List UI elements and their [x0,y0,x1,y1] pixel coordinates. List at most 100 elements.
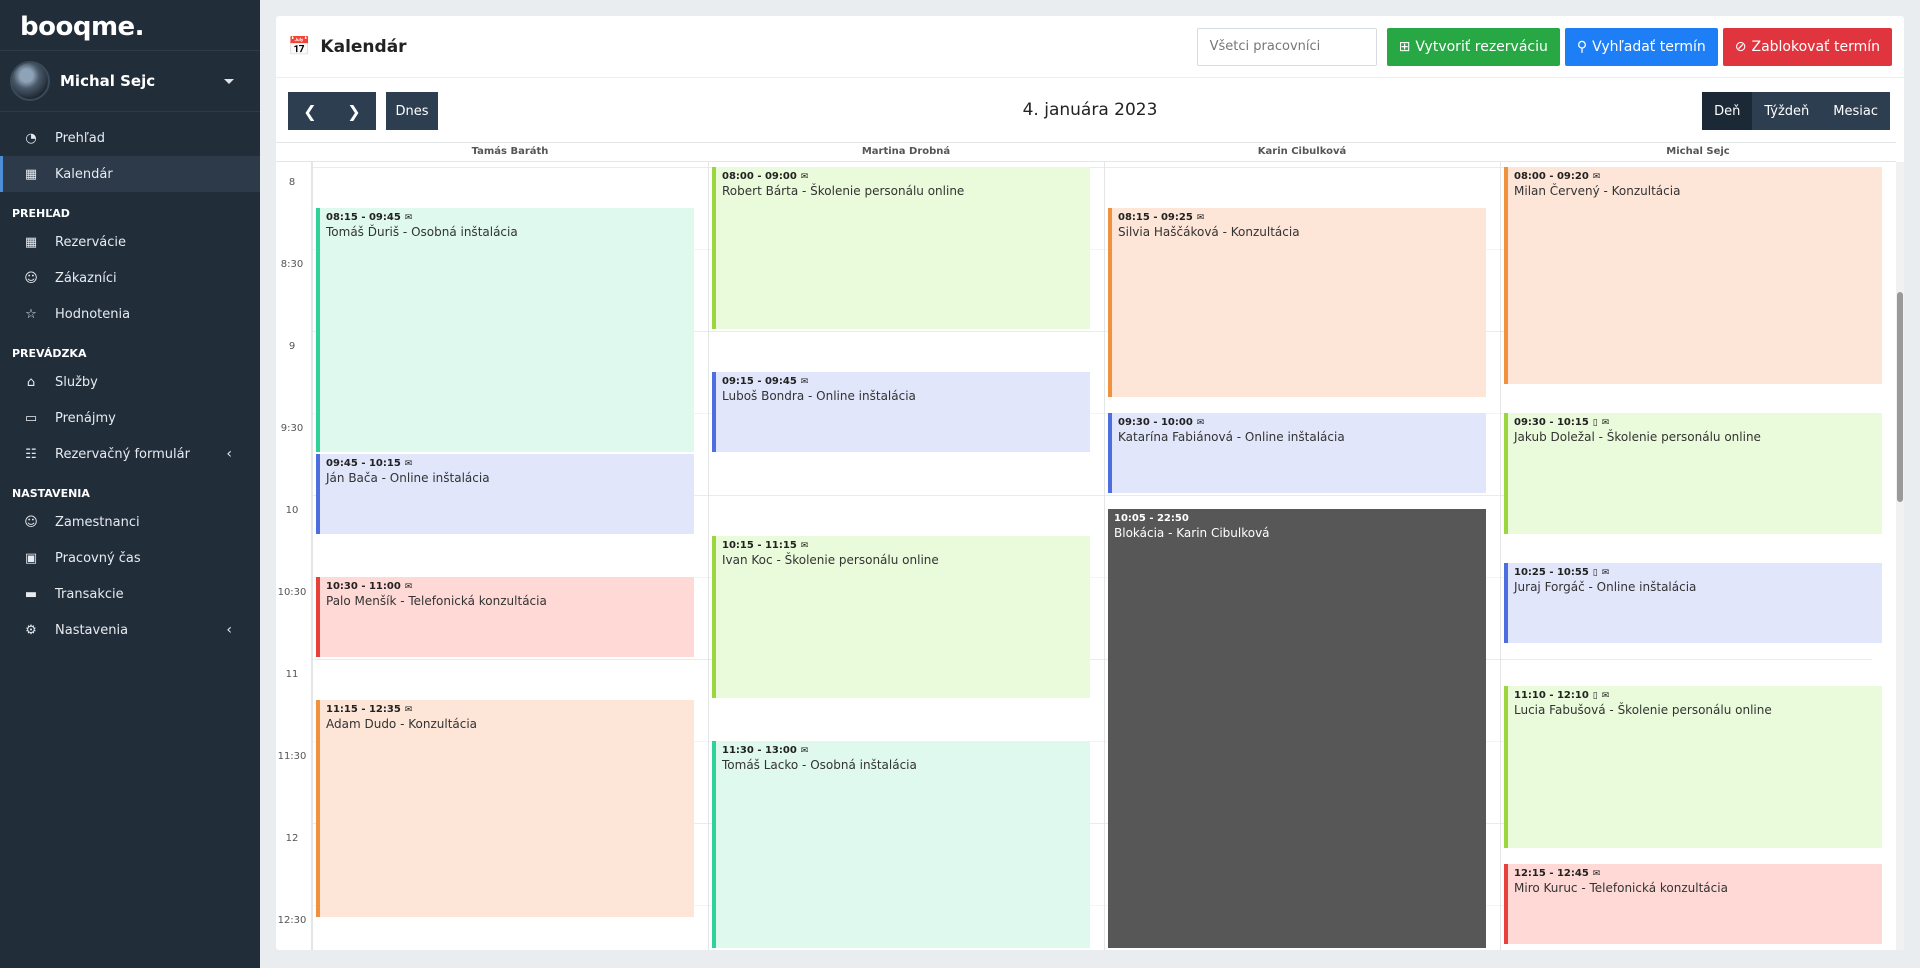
event-time: 09:30 - 10:00 ✉ [1118,417,1480,428]
event-time-text: 12:15 - 12:45 [1514,867,1589,879]
event-title: Jakub Doležal - Školenie personálu onlin… [1514,429,1761,444]
calendar-event[interactable]: 09:30 - 10:15 ▯ ✉ Jakub Doležal - Školenie … [1504,412,1882,534]
event-time: 11:10 - 12:10 ▯ ✉ [1514,690,1876,701]
event-title: Blokácia - Karin Cibulková [1114,525,1270,540]
calendar-grid: 08:15 - 09:45 ✉ Tomáš Ďuriš - Osobná inšta… [312,162,1904,950]
column-header: Karin Cibulková [1104,142,1500,162]
event-time: 08:00 - 09:20 ✉ [1514,171,1876,182]
avatar [10,61,50,101]
calendar-event[interactable]: 08:00 - 09:20 ✉ Milan Červený - Konzultáci… [1504,166,1882,384]
sidebar-item[interactable]: ☺ Zamestnanci [0,504,260,540]
time-label: 11 [285,668,299,680]
phone-icon: ▯ [1592,568,1598,579]
calendar-scrollbar[interactable] [1896,162,1904,950]
sidebar-item[interactable]: ☷ Rezervačný formulár ‹ [0,436,260,472]
user-menu[interactable]: Michal Sejc [0,50,260,112]
search-slot-button[interactable]: ⚲ Vyhľadať termín [1564,27,1718,66]
users-icon: ☺ [24,514,38,530]
event-time: 10:30 - 11:00 ✉ [326,581,688,592]
calendar-icon: 📅 [288,36,311,57]
event-title: Lucia Fabušová - Školenie personálu onli… [1514,703,1772,718]
calendar-event[interactable]: 11:10 - 12:10 ▯ ✉ Lucia Fabušová - Školenie… [1504,686,1882,849]
event-title: Katarína Fabiánová - Online inštalácia [1118,429,1345,444]
time-label: 10:30 [277,586,307,598]
sidebar-item-label: Transakcie [55,586,124,602]
sidebar-item[interactable]: ⌂ Služby [0,364,260,400]
event-title: Luboš Bondra - Online inštalácia [722,388,916,403]
column-header: Martina Drobná [708,142,1104,162]
calendar-event[interactable]: 08:15 - 09:45 ✉ Tomáš Ďuriš - Osobná inšta… [316,207,694,452]
calendar-event[interactable]: 10:15 - 11:15 ✉ Ivan Koc - Školenie person… [712,535,1090,698]
calendar-event[interactable]: 09:30 - 10:00 ✉ Katarína Fabiánová - Onlin… [1108,412,1486,493]
chevron-left-icon: ‹ [226,622,232,638]
event-title: Palo Menšík - Telefonická konzultácia [326,593,547,608]
sidebar-item[interactable]: ☆ Hodnotenia [0,296,260,332]
sidebar-item[interactable]: ▦ Rezervácie [0,224,260,260]
gauge-icon: ◔ [25,130,37,146]
sidebar-item[interactable]: ⚙ Nastavenia ‹ [0,612,260,648]
calendar-event[interactable]: 09:45 - 10:15 ✉ Ján Bača - Online inštalác… [316,453,694,534]
calendar-event[interactable]: 08:15 - 09:25 ✉ Silvia Haščáková - Konzult… [1108,207,1486,398]
app-logo[interactable]: booqme. [0,0,260,50]
calendar-event[interactable]: 11:30 - 13:00 ✉ Tomáš Lacko - Osobná inšta… [712,740,1090,948]
block-slot-button[interactable]: ⊘ Zablokovať termín [1722,27,1892,66]
sidebar: booqme. Michal Sejc ◔ Prehľad ▦ Kalendár PRE… [0,0,260,968]
bell-icon: ⌂ [26,374,36,390]
event-time: 08:00 - 09:00 ✉ [722,171,1084,182]
current-date: 4. januára 2023 [1022,100,1158,120]
sidebar-section-title: PREHĽAD [12,207,70,220]
email-icon: ✉ [800,171,809,182]
event-time: 08:15 - 09:45 ✉ [326,212,688,223]
sidebar-item[interactable]: ▣ Pracovný čas [0,540,260,576]
view-button[interactable]: Mesiac [1821,92,1890,130]
sidebar-item-label: Rezervačný formulár [55,446,190,462]
event-time-text: 09:30 - 10:15 [1514,416,1589,428]
column-header: Tamás Baráth [312,142,708,162]
email-icon: ✉ [1592,171,1601,182]
employee-select[interactable]: Všetci pracovníci [1196,27,1377,66]
scrollbar-thumb[interactable] [1897,292,1903,502]
credit-card-icon: ▬ [24,586,38,602]
event-time-text: 10:30 - 11:00 [326,580,401,592]
view-button[interactable]: Týždeň [1752,92,1822,130]
sidebar-item[interactable]: ▭ Prenájmy [0,400,260,436]
calendar-event[interactable]: 11:15 - 12:35 ✉ Adam Dudo - Konzultácia [316,699,694,917]
calendar-event[interactable]: 12:15 - 12:45 ✉ Miro Kuruc - Telefonická k… [1504,863,1882,944]
event-time: 09:45 - 10:15 ✉ [326,458,688,469]
calendar-event[interactable]: 09:15 - 09:45 ✉ Luboš Bondra - Online inšt… [712,371,1090,452]
event-time-text: 08:15 - 09:25 [1118,211,1193,223]
view-switcher: Deň Týždeň Mesiac [1702,92,1890,130]
event-time: 10:05 - 22:50 [1114,513,1480,524]
star-icon: ☆ [25,306,37,322]
event-time: 09:15 - 09:45 ✉ [722,376,1084,387]
column-divider [708,162,709,950]
sidebar-item[interactable]: ◔ Prehľad [0,120,260,156]
event-title: Milan Červený - Konzultácia [1514,183,1681,198]
calendar-event[interactable]: 10:25 - 10:55 ▯ ✉ Juraj Forgáč - Online inš… [1504,563,1882,644]
calendar-event[interactable]: 10:30 - 11:00 ✉ Palo Menšík - Telefonická … [316,576,694,657]
briefcase-icon: ▣ [24,550,38,566]
email-icon: ✉ [800,540,809,551]
email-icon: ✉ [1196,212,1205,223]
time-label: 12 [285,832,299,844]
time-label: 8:30 [280,258,304,270]
event-time: 10:15 - 11:15 ✉ [722,540,1084,551]
sidebar-nav: ◔ Prehľad ▦ Kalendár PREHĽAD ▦ Rezervácie ☺ Záka… [0,112,260,648]
calendar-event[interactable]: 08:00 - 09:00 ✉ Robert Bárta - Školenie pe… [712,166,1090,329]
calendar-panel: 📅 Kalendár Všetci pracovníci ⊞ Vytvoriť … [276,16,1904,950]
phone-icon: ▯ [1592,691,1598,702]
time-label: 9:30 [280,422,304,434]
sidebar-item[interactable]: ▦ Kalendár [0,156,260,192]
event-time-text: 11:15 - 12:35 [326,703,401,715]
page-header: 📅 Kalendár Všetci pracovníci ⊞ Vytvoriť … [276,16,1904,78]
create-reservation-button[interactable]: ⊞ Vytvoriť rezerváciu [1386,27,1560,66]
column-divider [1500,162,1501,950]
event-time-text: 11:30 - 13:00 [722,744,797,756]
event-time: 10:25 - 10:55 ▯ ✉ [1514,567,1876,578]
sidebar-item[interactable]: ☺ Zákazníci [0,260,260,296]
blocked-slot[interactable]: 10:05 - 22:50 Blokácia - Karin Cibulková [1108,508,1486,948]
column-header: Michal Sejc [1500,142,1896,162]
sidebar-item[interactable]: ▬ Transakcie [0,576,260,612]
event-time: 11:15 - 12:35 ✉ [326,704,688,715]
view-button[interactable]: Deň [1702,92,1753,130]
